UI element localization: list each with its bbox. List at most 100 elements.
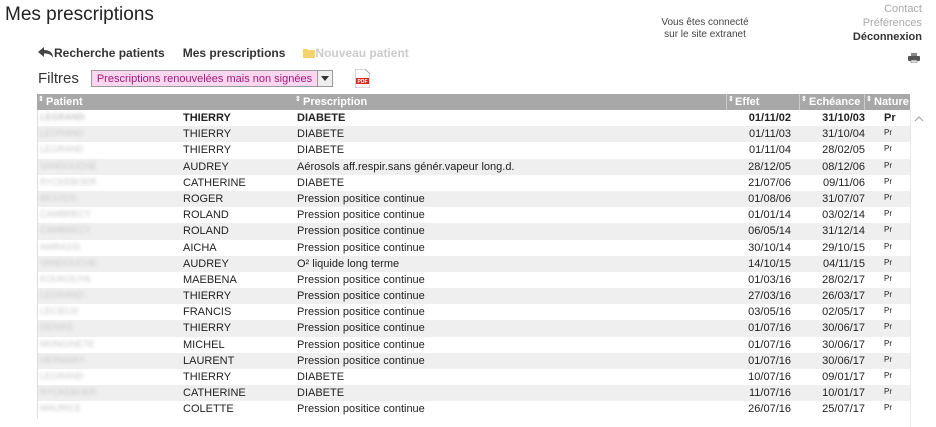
session-line1: Vous êtes connecté — [661, 17, 749, 28]
patient-name: VANDOUCHE — [40, 257, 97, 268]
table-row[interactable]: VANDOUCHE AUDREY Aérosols aff.respir.sans … — [38, 158, 910, 175]
table-row[interactable]: AMRASSI AICHA Pression positice continue 30… — [38, 240, 910, 256]
echeance-date: 30/06/17 — [822, 338, 865, 351]
header-nature[interactable]: Nature — [874, 96, 909, 108]
echeance-date: 30/06/17 — [822, 354, 865, 367]
table-row[interactable]: BESTEN ROGER Pression positice continue 01/… — [38, 190, 910, 208]
header-effet[interactable]: Effet — [735, 96, 759, 108]
echeance-date: 28/02/05 — [822, 144, 865, 157]
patient-firstname: CATHERINE — [183, 176, 246, 189]
patient-firstname: ROLAND — [183, 225, 229, 238]
patient-name: BESTEN — [40, 192, 77, 203]
effet-date: 01/11/04 — [748, 144, 791, 157]
patient-firstname: THIERRY — [183, 144, 232, 157]
filter-select[interactable]: Prescriptions renouvelées mais non signé… — [90, 70, 333, 87]
patient-name: AMRASSI — [40, 241, 81, 252]
my-prescriptions-label: Mes prescriptions — [182, 46, 286, 60]
prescription-label: Pression positice continue — [297, 403, 425, 416]
sort-icon: ⇕ — [38, 96, 44, 103]
preferences-link[interactable]: Préférences — [853, 16, 922, 30]
prescription-label: Aérosols aff.respir.sans génér.vapeur lo… — [297, 160, 515, 173]
pdf-icon[interactable]: PDF — [354, 69, 370, 88]
patient-name: KOUKOUYA — [40, 273, 91, 284]
header-echeance[interactable]: Echéance — [809, 96, 860, 108]
table-row[interactable]: RYCKEBOER CATHERINE DIABETE 21/07/06 09/11/0… — [38, 175, 910, 191]
prescription-label: Pression positice continue — [297, 241, 425, 254]
echeance-date: 26/03/17 — [822, 290, 865, 303]
back-to-search-link[interactable]: Recherche patients — [38, 46, 165, 60]
patient-firstname: CATHERINE — [183, 387, 246, 400]
prescriptions-table: ⇕ Patient ⇕ Prescription ⇕ Effet ⇕ Echéa… — [37, 94, 910, 418]
chevron-down-icon[interactable] — [316, 71, 332, 86]
back-label: Recherche patients — [54, 46, 165, 60]
logout-link[interactable]: Déconnexion — [853, 30, 922, 44]
patient-name: CAMBRECY — [40, 225, 92, 236]
table-row[interactable]: LEGRAND THIERRY DIABETE 01/11/03 31/10/04 Pr — [38, 126, 910, 143]
table-row[interactable]: MAURICE COLETTE Pression positice continue… — [38, 401, 910, 417]
table-row[interactable]: CAMBRECY ROLAND Pression positice continue… — [38, 207, 910, 223]
patient-name: LEGRAND — [40, 290, 84, 301]
table-row[interactable]: LEGRAND THIERRY Pression positice continue… — [38, 288, 910, 305]
patient-name: LECIEUX — [40, 306, 79, 317]
filter-select-value: Prescriptions renouvelées mais non signé… — [96, 72, 313, 85]
prescription-label: DIABETE — [297, 387, 345, 400]
contact-link[interactable]: Contact — [853, 2, 922, 16]
header-divider — [864, 94, 865, 110]
prescription-label: O² liquide long terme — [297, 257, 400, 270]
sort-icon: ⇕ — [728, 96, 734, 103]
table-row[interactable]: KOUKOUYA MAEBENA Pression positice continu… — [38, 272, 910, 288]
effet-date: 01/07/16 — [748, 338, 791, 351]
patient-firstname: MAEBENA — [183, 273, 237, 286]
nature-code: Pr — [884, 354, 892, 364]
top-links: Contact Préférences Déconnexion — [853, 2, 922, 44]
table-row[interactable]: LEGRAND THIERRY DIABETE 01/11/04 28/02/05 Pr — [38, 142, 910, 158]
patient-firstname: LAURENT — [183, 354, 235, 367]
prescription-label: Pression positice continue — [297, 354, 425, 367]
session-line2: sur le site extranet — [664, 29, 746, 40]
vertical-scrollbar[interactable] — [910, 110, 927, 427]
header-prescription[interactable]: Prescription — [303, 96, 367, 108]
effet-date: 01/01/14 — [748, 209, 791, 222]
my-prescriptions-link[interactable]: Mes prescriptions — [183, 46, 286, 60]
patient-name: LEGRAND — [40, 128, 84, 139]
effet-date: 30/10/14 — [748, 241, 791, 254]
prescription-label: DIABETE — [297, 112, 346, 124]
patient-firstname: THIERRY — [183, 371, 232, 383]
filters-bar: Filtres Prescriptions renouvelées mais n… — [38, 69, 370, 88]
echeance-date: 09/01/17 — [822, 371, 865, 383]
effet-date: 11/07/16 — [748, 387, 791, 400]
table-row[interactable]: LEGRAND THIERRY DIABETE 10/07/16 09/01/17 Pr — [38, 369, 910, 385]
echeance-date: 04/11/15 — [822, 257, 865, 270]
table-row[interactable]: LEGRAND THIERRY DIABETE 01/11/02 31/10/03 Pr — [38, 110, 910, 126]
nature-code: Pr — [884, 273, 892, 283]
table-row[interactable]: RYCKEBOER CATHERINE DIABETE 11/07/16 10/01/1… — [38, 385, 910, 402]
new-patient-link[interactable]: Nouveau patient — [303, 46, 409, 60]
prescription-label: DIABETE — [297, 176, 345, 189]
effet-date: 28/12/05 — [748, 160, 791, 173]
table-row[interactable]: MONGINETE MICHEL Pression positice continu… — [38, 337, 910, 353]
prescription-label: Pression positice continue — [297, 225, 425, 238]
prescription-label: DIABETE — [297, 128, 345, 141]
patient-name: HERMARY — [40, 354, 85, 365]
printer-icon[interactable] — [908, 53, 920, 63]
prescription-label: Pression positice continue — [297, 306, 425, 319]
echeance-date: 03/02/14 — [822, 209, 865, 222]
table-row[interactable]: CAMBRECY ROLAND Pression positice continue… — [38, 223, 910, 240]
scroll-up-icon[interactable] — [914, 115, 924, 123]
table-row[interactable]: VANDOUCHE AUDREY O² liquide long terme 14/1… — [38, 255, 910, 272]
nature-code: Pr — [884, 371, 892, 380]
nature-code: Pr — [884, 192, 892, 202]
patient-firstname: AICHA — [183, 241, 217, 254]
patient-name: MONGINETE — [40, 338, 95, 349]
table-row[interactable]: DENIKE THIERRY Pression positice continue 0… — [38, 320, 910, 337]
table-row[interactable]: LECIEUX FRANCIS Pression positice continue… — [38, 304, 910, 320]
effet-date: 01/07/16 — [748, 322, 791, 335]
table-row[interactable]: HERMARY LAURENT Pression positice continue… — [38, 352, 910, 369]
page-title: Mes prescriptions — [5, 4, 154, 25]
header-divider — [799, 94, 800, 110]
header-patient[interactable]: Patient — [46, 96, 83, 108]
echeance-date: 31/12/14 — [822, 225, 865, 238]
effet-date: 21/07/06 — [748, 176, 791, 189]
effet-date: 14/10/15 — [748, 257, 791, 270]
sort-icon: ⇕ — [866, 96, 872, 103]
